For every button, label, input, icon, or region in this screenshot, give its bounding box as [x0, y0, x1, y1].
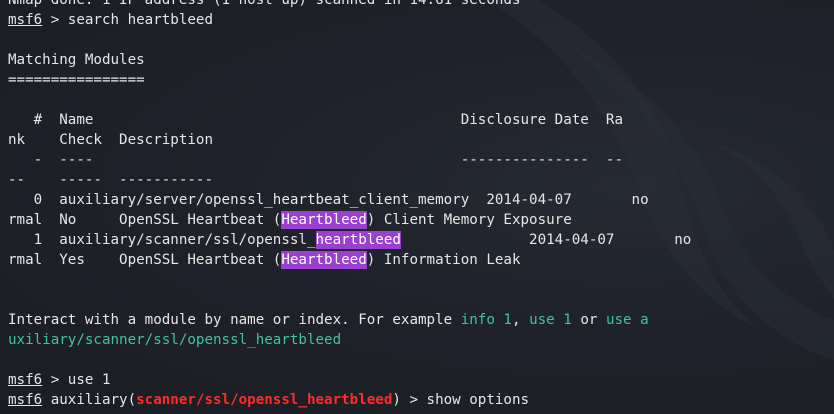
interact-hint-line-2: uxiliary/scanner/ssl/openssl_heartbleed [8, 332, 342, 348]
use-command-line: msf6 > use 1 [8, 372, 111, 388]
table-row-0-line-1: 0 auxiliary/server/openssl_heartbeat_cli… [8, 192, 649, 208]
msf6-prompt: msf6 [8, 392, 43, 408]
search-highlight: Heartbleed [281, 251, 367, 269]
matching-modules-title: Matching Modules [8, 52, 145, 68]
nmap-summary-line: Nmap done: 1 IP address (1 host up) scan… [8, 0, 521, 8]
search-highlight: Heartbleed [281, 211, 367, 229]
table-header-line-1: # Name Disclosure Date Ra [8, 112, 623, 128]
table-row-1-line-2: rmal Yes OpenSSL Heartbeat (Heartbleed) … [8, 251, 521, 269]
table-header-underline-2: -- ----- ----------- [8, 172, 213, 188]
msf6-prompt: msf6 [8, 12, 43, 28]
msf6-prompt: msf6 [8, 372, 43, 388]
interact-hint-line-1: Interact with a module by name or index.… [8, 312, 649, 328]
hint-info-command: info 1 [460, 312, 512, 328]
table-row-1-line-1: 1 auxiliary/scanner/ssl/openssl_heartble… [8, 231, 692, 249]
terminal-window[interactable]: Nmap done: 1 IP address (1 host up) scan… [0, 0, 834, 414]
table-header-underline-1: - ---- --------------- -- [8, 152, 623, 168]
search-command-line: msf6 > search heartbleed [8, 12, 214, 28]
title-underline: ================ [8, 72, 145, 88]
search-highlight: heartbleed [315, 231, 401, 249]
hint-use-module-command: use a [605, 312, 649, 328]
show-options-command-line[interactable]: msf6 auxiliary(scanner/ssl/openssl_heart… [8, 390, 834, 410]
terminal-output: Nmap done: 1 IP address (1 host up) scan… [8, 0, 834, 410]
active-module-name: scanner/ssl/openssl_heartbleed [136, 392, 393, 408]
table-header-line-2: nk Check Description [8, 132, 213, 148]
hint-use-command: use 1 [529, 312, 572, 328]
table-row-0-line-2: rmal No OpenSSL Heartbeat (Heartbleed) C… [8, 211, 572, 229]
